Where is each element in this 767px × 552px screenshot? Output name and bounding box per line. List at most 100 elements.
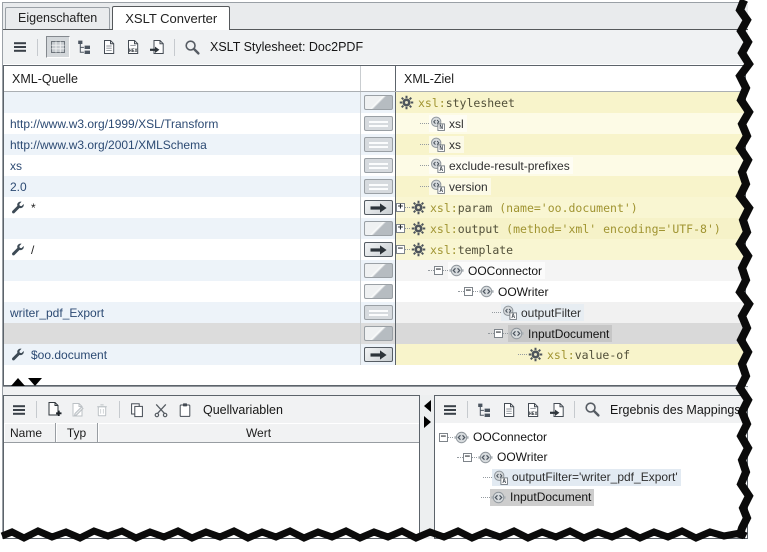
assign-button[interactable] bbox=[364, 116, 393, 131]
source-column-header: XML-Quelle bbox=[4, 66, 360, 91]
tree-node[interactable]: xsl:stylesheet bbox=[396, 92, 518, 113]
document-button[interactable] bbox=[100, 38, 118, 56]
tree-node[interactable]: −OOWriter bbox=[435, 447, 550, 467]
assign-button[interactable] bbox=[364, 137, 393, 152]
blocked-button[interactable] bbox=[364, 221, 393, 236]
xsl-element-name: xsl:value-of bbox=[547, 348, 630, 362]
tree-node[interactable]: +xsl:param (name='oo.document') bbox=[396, 197, 641, 218]
tree-node[interactable]: xsl:value-of bbox=[396, 344, 633, 365]
tree-node[interactable]: −xsl:template bbox=[396, 239, 516, 260]
target-cell: −InputDocument bbox=[396, 323, 745, 344]
source-cell[interactable]: http://www.w3.org/1999/XSL/Transform bbox=[4, 113, 360, 134]
source-cell[interactable] bbox=[4, 323, 360, 344]
node-label-text: xsl bbox=[449, 117, 464, 131]
source-cell[interactable]: * bbox=[4, 197, 360, 218]
expand-toggle-icon[interactable]: − bbox=[396, 245, 405, 254]
tree-node[interactable]: +xsl:output (method='xml' encoding='UTF-… bbox=[396, 218, 724, 239]
tree-connector-line bbox=[492, 312, 501, 313]
tree-node[interactable]: Nxs bbox=[396, 134, 464, 155]
blocked-button[interactable] bbox=[364, 263, 393, 278]
edit-button[interactable] bbox=[69, 401, 87, 419]
xsl-name: stylesheet bbox=[446, 96, 515, 110]
assign-button[interactable] bbox=[364, 305, 393, 320]
splitter-collapse-down-icon[interactable] bbox=[28, 378, 42, 386]
source-cell[interactable] bbox=[4, 260, 360, 281]
source-cell[interactable]: / bbox=[4, 239, 360, 260]
document-export-button[interactable] bbox=[148, 38, 166, 56]
tab-xslt-converter[interactable]: XSLT Converter bbox=[112, 6, 230, 30]
document-hex-button[interactable]: HEX bbox=[524, 401, 542, 419]
column-header-wert[interactable]: Wert bbox=[98, 423, 419, 443]
tree-node[interactable]: AoutputFilter='writer_pdf_Export' bbox=[435, 467, 681, 487]
document-new-button[interactable] bbox=[45, 401, 63, 419]
expand-toggle-icon[interactable]: − bbox=[434, 266, 443, 275]
svg-text:A: A bbox=[439, 187, 443, 194]
source-cell[interactable]: writer_pdf_Export bbox=[4, 302, 360, 323]
document-button[interactable] bbox=[500, 401, 518, 419]
column-header-typ[interactable]: Typ bbox=[56, 423, 98, 443]
splitter-collapse-up-icon[interactable] bbox=[11, 378, 25, 386]
delete-button[interactable] bbox=[93, 401, 111, 419]
blocked-button[interactable] bbox=[364, 284, 393, 299]
paste-button[interactable] bbox=[176, 401, 194, 419]
source-cell[interactable]: http://www.w3.org/2001/XMLSchema bbox=[4, 134, 360, 155]
menu-button[interactable] bbox=[11, 38, 29, 56]
tree-node[interactable]: Aexclude-result-prefixes bbox=[396, 155, 573, 176]
node-label-text: OOWriter bbox=[498, 285, 548, 299]
vertical-splitter[interactable] bbox=[420, 395, 434, 539]
source-cell[interactable] bbox=[4, 92, 360, 113]
expand-toggle-icon[interactable]: + bbox=[396, 203, 405, 212]
node-label-text: InputDocument bbox=[510, 490, 591, 504]
target-cell: − OOWriter bbox=[396, 281, 745, 302]
expand-toggle-icon[interactable]: − bbox=[463, 453, 472, 462]
tree-button[interactable] bbox=[76, 38, 94, 56]
button-cell bbox=[360, 239, 396, 260]
tree-button[interactable] bbox=[476, 401, 494, 419]
search-button[interactable] bbox=[583, 401, 601, 419]
tree-connector-line bbox=[481, 497, 490, 498]
expand-toggle-icon[interactable]: + bbox=[396, 224, 405, 233]
expand-toggle-icon[interactable]: − bbox=[494, 329, 503, 338]
cut-button[interactable] bbox=[152, 401, 170, 419]
attribute-a-icon: A bbox=[502, 305, 517, 320]
mapping-row: / −xsl:template bbox=[4, 239, 745, 260]
splitter-collapse-left-icon[interactable] bbox=[424, 400, 431, 412]
menu-button[interactable] bbox=[10, 401, 28, 419]
assign-button[interactable] bbox=[364, 158, 393, 173]
blocked-button[interactable] bbox=[364, 326, 393, 341]
expand-toggle-icon[interactable]: − bbox=[464, 287, 473, 296]
tree-node[interactable]: Aversion bbox=[396, 176, 491, 197]
document-export-button[interactable] bbox=[548, 401, 566, 419]
search-button[interactable] bbox=[183, 38, 201, 56]
menu-button[interactable] bbox=[441, 401, 459, 419]
assign-button[interactable] bbox=[364, 179, 393, 194]
tree-node[interactable]: −InputDocument bbox=[396, 323, 612, 344]
arrow-button[interactable] bbox=[364, 242, 393, 257]
expand-toggle-icon[interactable]: − bbox=[439, 433, 448, 442]
tree-node[interactable]: − OOWriter bbox=[396, 281, 551, 302]
document-hex-button[interactable]: HEX bbox=[124, 38, 142, 56]
mapping-rows: xsl:stylesheet http://www.w3.org/1999/XSL… bbox=[4, 92, 745, 365]
horizontal-splitter[interactable] bbox=[3, 386, 748, 395]
source-cell[interactable]: xs bbox=[4, 155, 360, 176]
splitter-collapse-right-icon[interactable] bbox=[424, 416, 431, 428]
tree-node[interactable]: AoutputFilter bbox=[396, 302, 584, 323]
source-cell[interactable] bbox=[4, 218, 360, 239]
tree-node-label: InputDocument bbox=[490, 489, 594, 506]
tree-node[interactable]: −OOConnector bbox=[435, 427, 550, 447]
source-cell[interactable]: $oo.document bbox=[4, 344, 360, 365]
tab-eigenschaften[interactable]: Eigenschaften bbox=[5, 7, 110, 29]
source-cell[interactable] bbox=[4, 281, 360, 302]
svg-text:N: N bbox=[439, 124, 443, 131]
tree-node[interactable]: −OOConnector bbox=[396, 260, 545, 281]
tree-node[interactable]: Nxsl bbox=[396, 113, 467, 134]
copy-button[interactable] bbox=[128, 401, 146, 419]
tree-node[interactable]: InputDocument bbox=[435, 487, 594, 507]
column-header-name[interactable]: Name bbox=[4, 423, 56, 443]
arrow-button[interactable] bbox=[364, 347, 393, 362]
element-icon bbox=[449, 263, 464, 278]
grid-view-button[interactable] bbox=[46, 36, 70, 58]
arrow-button[interactable] bbox=[364, 200, 393, 215]
source-cell[interactable]: 2.0 bbox=[4, 176, 360, 197]
blocked-button[interactable] bbox=[364, 95, 393, 110]
